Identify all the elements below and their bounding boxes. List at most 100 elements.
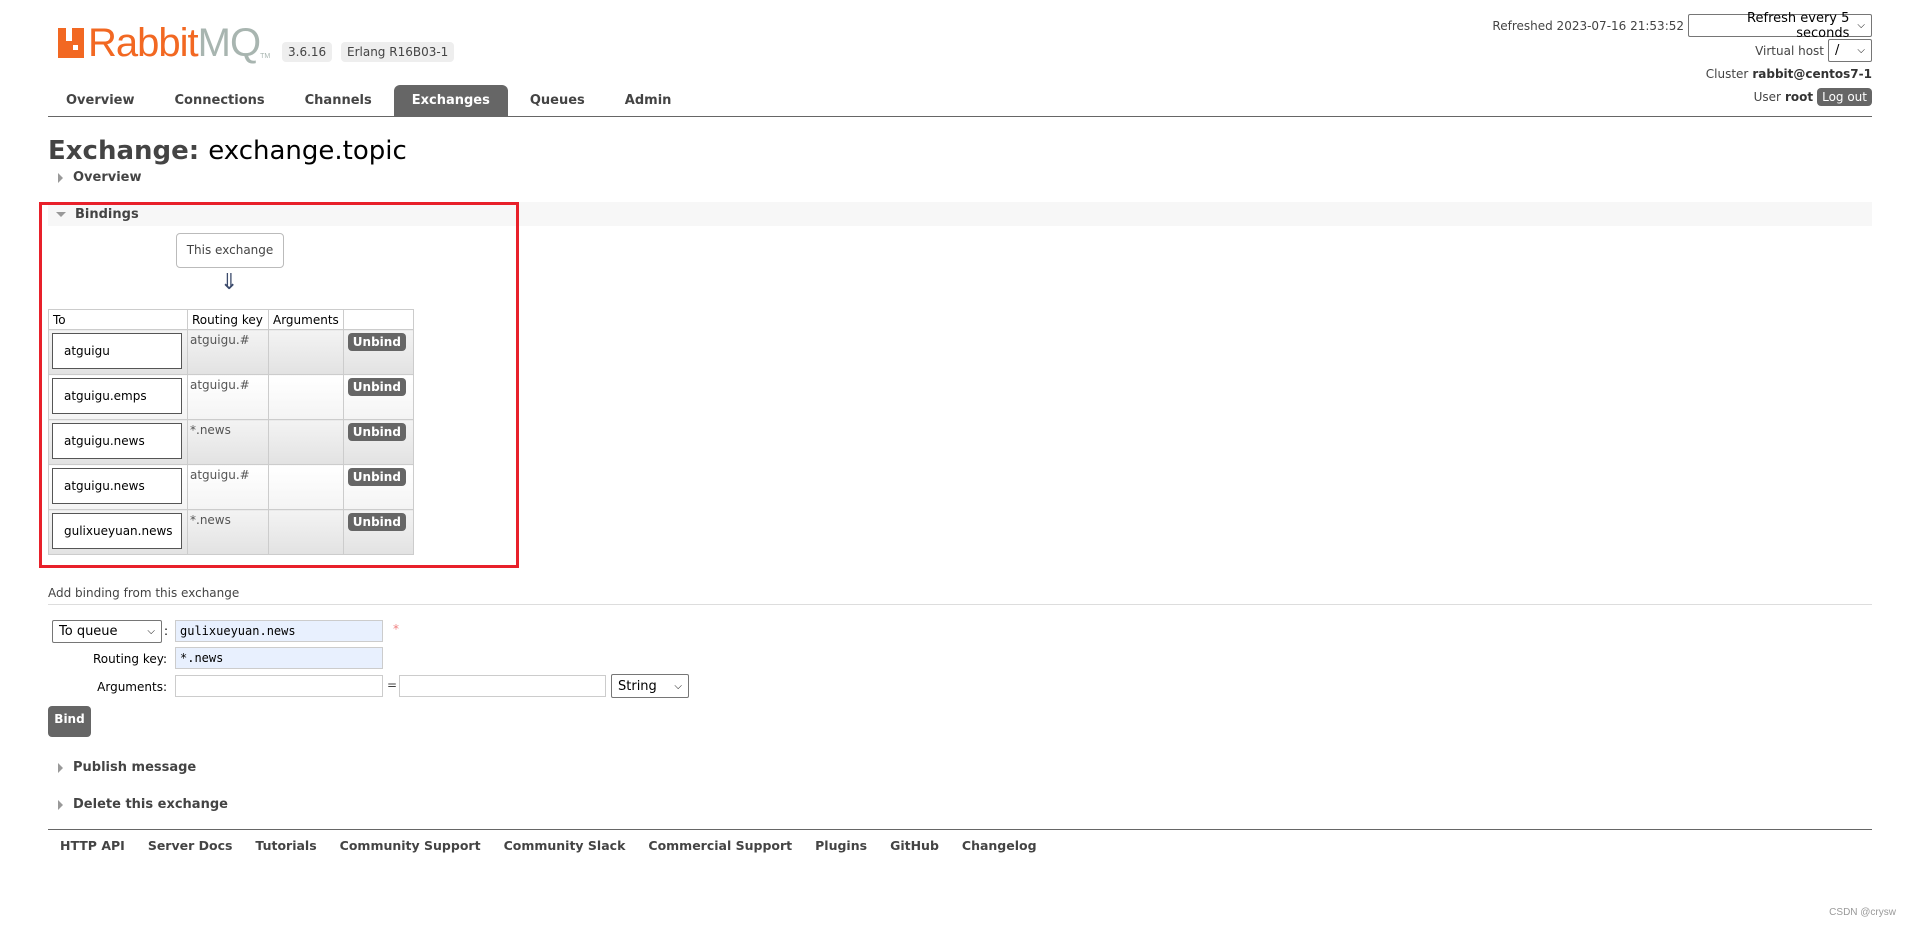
routing-key-cell: atguigu.# [187,374,269,420]
watermark: CSDN @crysw [1829,907,1896,918]
argument-value-input[interactable] [399,675,606,697]
footer-link-changelog[interactable]: Changelog [962,838,1037,853]
footer-link-commercial-support[interactable]: Commercial Support [648,838,792,853]
section-overview-toggle[interactable]: Overview [48,170,142,185]
cluster-value: rabbit@centos7-1 [1752,67,1872,81]
dest-type-value: To queue [59,624,118,639]
section-label: Delete this exchange [73,797,228,812]
vhost-value: / [1835,43,1840,58]
col-header-to: To [48,309,188,330]
action-cell: Unbind [342,374,414,420]
to-cell: gulixueyuan.news [48,509,188,555]
to-cell: atguigu.news [48,419,188,465]
footer-divider [48,829,1872,830]
unbind-button[interactable]: Unbind [347,333,406,351]
binding-row: atguigu.news atguigu.# Unbind [48,464,414,510]
add-binding-heading: Add binding from this exchange [48,586,240,600]
queue-link[interactable]: atguigu.news [52,468,182,504]
section-delete-exchange-toggle[interactable]: Delete this exchange [48,797,228,812]
unbind-button[interactable]: Unbind [347,513,406,531]
destination-input[interactable]: gulixueyuan.news [175,620,383,642]
this-exchange-box: This exchange [176,233,284,268]
bindings-table: To Routing key Arguments atguigu atguigu.… [48,309,414,555]
section-publish-message-toggle[interactable]: Publish message [48,760,196,775]
section-label: Overview [73,170,142,185]
chevron-down-icon: ⌵ [674,680,682,692]
tab-exchanges[interactable]: Exchanges [393,85,508,116]
triangle-right-icon [58,172,63,183]
equals-sign: = [387,678,398,692]
refreshed-text: Refreshed 2023-07-16 21:53:52 [1492,18,1684,33]
routing-key-cell: *.news [187,509,269,555]
binding-row: gulixueyuan.news *.news Unbind [48,509,414,555]
arguments-cell [268,509,344,555]
title-prefix: Exchange: [48,136,200,166]
exchange-name: exchange.topic [208,136,407,166]
rabbit-logo-icon [58,28,84,58]
action-cell: Unbind [342,329,414,375]
to-cell: atguigu [48,329,188,375]
routing-key-cell: atguigu.# [187,464,269,510]
vhost-label: Virtual host [1755,43,1824,58]
routing-key-cell: atguigu.# [187,329,269,375]
tab-channels[interactable]: Channels [287,85,390,116]
vhost-select[interactable]: / ⌵ [1828,39,1872,62]
argument-key-input[interactable] [175,675,383,697]
arg-type-value: String [618,678,657,694]
unbind-button[interactable]: Unbind [347,468,406,486]
main-nav-tabs: Overview Connections Channels Exchanges … [48,85,1872,117]
routing-key-label: Routing key: [93,652,167,666]
unbind-button[interactable]: Unbind [347,378,406,396]
destination-type-select[interactable]: To queue ⌵ [52,620,162,643]
queue-link[interactable]: atguigu.emps [52,378,182,414]
tab-queues[interactable]: Queues [512,85,603,116]
footer-link-tutorials[interactable]: Tutorials [255,838,316,853]
logo-tm: TM [260,53,271,60]
arguments-cell [268,464,344,510]
unbind-button[interactable]: Unbind [347,423,406,441]
cluster-label: Cluster [1705,67,1749,81]
action-cell: Unbind [342,509,414,555]
arguments-cell [268,374,344,420]
binding-row: atguigu.emps atguigu.# Unbind [48,374,414,420]
binding-row: atguigu atguigu.# Unbind [48,329,414,375]
version-badge: 3.6.16 [282,42,333,62]
footer-link-github[interactable]: GitHub [890,838,939,853]
divider [48,604,1872,605]
col-header-arguments: Arguments [268,309,344,330]
arguments-cell [268,329,344,375]
tab-overview[interactable]: Overview [48,85,153,116]
footer-link-community-support[interactable]: Community Support [340,838,481,853]
action-cell: Unbind [342,419,414,465]
bind-button[interactable]: Bind [48,706,91,737]
queue-link[interactable]: gulixueyuan.news [52,513,182,549]
page-title: Exchange: exchange.topic [48,136,407,166]
queue-link[interactable]: atguigu.news [52,423,182,459]
col-header-actions [342,309,414,330]
to-cell: atguigu.emps [48,374,188,420]
colon-label: : [164,624,169,638]
arguments-cell [268,419,344,465]
chevron-down-icon: ⌵ [1857,20,1865,31]
rabbitmq-logo[interactable]: Rabbit MQ TM [58,23,271,63]
col-header-routing-key: Routing key [187,309,269,330]
to-cell: atguigu.news [48,464,188,510]
footer-link-server-docs[interactable]: Server Docs [148,838,233,853]
argument-type-select[interactable]: String ⌵ [611,674,689,698]
queue-link[interactable]: atguigu [52,333,182,369]
footer-link-plugins[interactable]: Plugins [815,838,867,853]
arguments-label: Arguments: [97,680,167,694]
routing-key-input[interactable]: *.news [175,647,383,669]
footer-link-community-slack[interactable]: Community Slack [504,838,626,853]
tab-admin[interactable]: Admin [607,85,690,116]
refresh-interval-select[interactable]: Refresh every 5 seconds ⌵ [1688,11,1872,41]
required-mark: * [393,622,399,636]
section-label: Publish message [73,760,197,775]
footer-link-http-api[interactable]: HTTP API [60,838,125,853]
refresh-select-value: Refresh every 5 seconds [1747,10,1850,41]
triangle-right-icon [58,762,63,773]
erlang-badge: Erlang R16B03-1 [341,42,455,62]
tab-connections[interactable]: Connections [157,85,283,116]
down-arrow-icon: ⇓ [220,270,239,295]
action-cell: Unbind [342,464,414,510]
